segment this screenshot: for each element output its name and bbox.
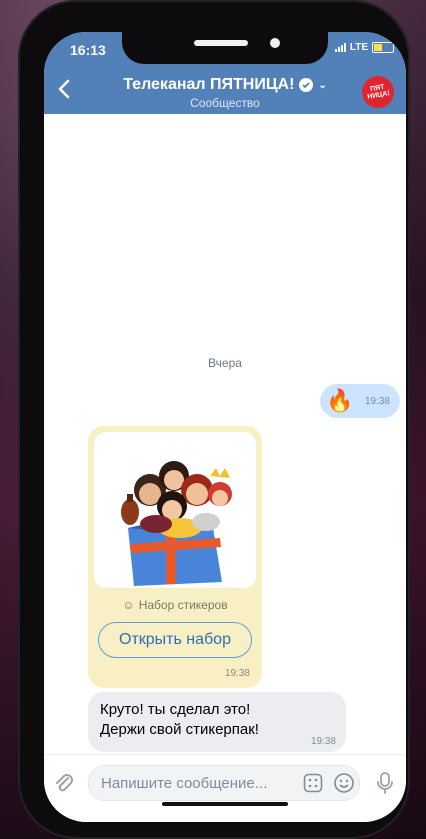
message-input-placeholder: Напишите сообщение... bbox=[101, 775, 268, 792]
message-list[interactable]: Вчера 🔥 19:38 ☺ Набор стикеров Открыть н… bbox=[44, 114, 406, 754]
back-arrow-icon[interactable] bbox=[54, 78, 76, 100]
notch bbox=[122, 32, 328, 64]
network-label: LTE bbox=[349, 42, 368, 53]
phone-screen: 16:13 LTE Телеканал ПЯТНИЦА! ⌄ Сообществ… bbox=[44, 32, 406, 822]
camera bbox=[270, 38, 280, 48]
microphone-icon[interactable] bbox=[374, 771, 396, 795]
incoming-message[interactable]: Круто! ты сделал это! Держи свой стикерп… bbox=[88, 692, 346, 752]
smile-icon: ☺ bbox=[122, 598, 135, 612]
sticker-pack-image[interactable] bbox=[94, 432, 256, 588]
speaker bbox=[194, 40, 248, 46]
sticker-set-label: ☺ Набор стикеров bbox=[88, 598, 262, 612]
message-time: 19:38 bbox=[364, 396, 390, 407]
emoji-icon[interactable] bbox=[333, 772, 355, 794]
outgoing-message[interactable]: 🔥 19:38 bbox=[320, 384, 400, 418]
date-divider: Вчера bbox=[208, 356, 242, 370]
status-time: 16:13 bbox=[70, 42, 106, 58]
fire-emoji: 🔥 bbox=[326, 388, 354, 413]
open-sticker-pack-button[interactable]: Открыть набор bbox=[98, 622, 252, 658]
verified-icon bbox=[299, 78, 314, 92]
battery-icon bbox=[372, 42, 394, 53]
message-time: 19:38 bbox=[224, 668, 250, 679]
message-time: 19:38 bbox=[310, 736, 336, 747]
chat-title-text: Телеканал ПЯТНИЦА! bbox=[123, 76, 295, 93]
chat-title-block[interactable]: Телеканал ПЯТНИЦА! ⌄ Сообщество bbox=[114, 76, 336, 110]
chat-subtitle: Сообщество bbox=[190, 96, 260, 110]
signal-icon bbox=[334, 43, 346, 52]
chat-header: 16:13 LTE Телеканал ПЯТНИЦА! ⌄ Сообществ… bbox=[44, 32, 406, 114]
chevron-down-icon: ⌄ bbox=[318, 79, 327, 91]
paperclip-icon[interactable] bbox=[52, 771, 76, 795]
sticker-pack-message[interactable]: ☺ Набор стикеров Открыть набор 19:38 bbox=[88, 426, 262, 688]
sticker-set-label-text: Набор стикеров bbox=[138, 598, 228, 612]
chat-title: Телеканал ПЯТНИЦА! ⌄ bbox=[123, 76, 327, 94]
home-indicator[interactable] bbox=[162, 802, 288, 806]
message-text: Круто! ты сделал это! Держи свой стикерп… bbox=[100, 701, 259, 738]
message-input[interactable]: Напишите сообщение... bbox=[88, 765, 360, 801]
bot-keyboard-icon[interactable] bbox=[303, 773, 323, 793]
community-avatar[interactable]: ПЯТ НИЦА! bbox=[359, 73, 397, 111]
status-indicators: LTE bbox=[334, 42, 394, 53]
